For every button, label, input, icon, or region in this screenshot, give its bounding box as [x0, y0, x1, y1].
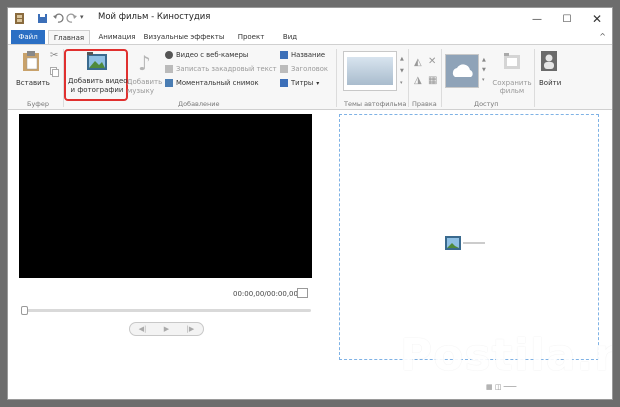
snapshot-button[interactable]: Моментальный снимок — [165, 79, 259, 87]
add-music-button-line1[interactable]: Добавить — [127, 78, 162, 87]
ribbon-separator — [336, 49, 337, 107]
group-label-edit: Правка — [412, 100, 437, 108]
webcam-icon — [165, 51, 173, 59]
snapshot-icon — [165, 79, 173, 87]
save-movie-icon[interactable] — [504, 53, 520, 71]
credits-button[interactable]: Титры ▾ — [280, 79, 319, 87]
signin-button[interactable]: Войти — [539, 79, 561, 88]
time-readout: 00:00,00/00:00,00 — [233, 290, 298, 298]
ribbon: Вставить ✂ Буфер Добавить видео и фотогр… — [8, 44, 612, 110]
seek-bar[interactable] — [21, 309, 311, 312]
undo-icon[interactable] — [53, 13, 64, 24]
tab-animation[interactable]: Анимация — [95, 30, 139, 44]
chevron-down-icon: ▾ — [316, 79, 320, 87]
maximize-button[interactable]: ☐ — [552, 8, 582, 30]
window-title: Мой фильм - Киностудия — [98, 12, 211, 22]
video-preview[interactable] — [19, 114, 312, 278]
previous-frame-icon[interactable]: ◀| — [139, 325, 147, 333]
rotate-right-icon[interactable]: ◮ — [414, 75, 422, 86]
paste-icon[interactable] — [22, 50, 40, 72]
paste-button[interactable]: Вставить — [16, 79, 50, 88]
minimize-button[interactable]: — — [522, 8, 552, 30]
app-icon[interactable] — [14, 13, 25, 24]
microphone-icon — [165, 65, 173, 73]
title-bar: ▾ Мой фильм - Киностудия — ☐ ✕ — [8, 8, 612, 30]
zoom-controls[interactable]: ▦ ◫ ─── — [486, 383, 516, 391]
caption-icon — [280, 65, 288, 73]
group-label-themes: Темы автофильма — [344, 100, 407, 108]
ribbon-tabs: Файл Главная Анимация Визуальные эффекты… — [8, 30, 612, 44]
gallery-scroll-icon[interactable]: ▲ ▼ ▾ — [400, 53, 406, 89]
rotate-left-icon[interactable]: ◭ — [414, 57, 422, 68]
add-video-button-line1[interactable]: Добавить видео — [68, 77, 128, 86]
group-label-clipboard: Буфер — [27, 100, 49, 108]
copy-icon[interactable] — [50, 67, 59, 77]
next-frame-icon[interactable]: |▶ — [187, 325, 195, 333]
cloud-icon — [452, 64, 473, 77]
ribbon-separator — [408, 49, 409, 107]
watermark: Postila.ru — [400, 330, 612, 381]
tab-view[interactable]: Вид — [278, 30, 302, 44]
autofilm-theme-gallery[interactable] — [343, 51, 397, 91]
help-icon[interactable]: ^ — [599, 32, 606, 41]
title-icon — [280, 51, 288, 59]
tab-file[interactable]: Файл — [11, 30, 45, 44]
remove-icon[interactable]: ✕ — [428, 56, 436, 67]
select-all-icon[interactable]: ▦ — [428, 75, 437, 86]
play-icon[interactable]: ▶ — [164, 325, 169, 333]
title-button[interactable]: Название — [280, 51, 325, 59]
close-button[interactable]: ✕ — [582, 8, 612, 30]
cut-icon[interactable]: ✂ — [50, 50, 58, 61]
credits-icon — [280, 79, 288, 87]
tab-home[interactable]: Главная — [48, 30, 90, 44]
onedrive-share-button[interactable] — [445, 54, 479, 88]
share-scroll-icon[interactable]: ▲ ▼ ▾ — [482, 55, 486, 85]
ribbon-separator — [441, 49, 442, 107]
caption-button[interactable]: Заголовок — [280, 65, 328, 73]
seek-thumb[interactable] — [21, 306, 28, 315]
redo-icon[interactable] — [66, 13, 77, 24]
app-window: ▾ Мой фильм - Киностудия — ☐ ✕ Файл Глав… — [7, 7, 613, 400]
add-video-button-line2[interactable]: и фотографии — [68, 86, 126, 95]
group-label-share: Доступ — [474, 100, 499, 108]
webcam-video-button[interactable]: Видео с веб-камеры — [165, 51, 248, 59]
tab-project[interactable]: Проект — [234, 30, 268, 44]
tab-visual-effects[interactable]: Визуальные эффекты — [144, 30, 225, 44]
main-area: 00:00,00/00:00,00 ◀| ▶ |▶ ▦ ◫ ─── Postil… — [8, 111, 612, 399]
add-music-button-line2[interactable]: музыку — [127, 87, 154, 96]
playback-controls: ◀| ▶ |▶ — [129, 322, 204, 336]
user-icon[interactable] — [541, 51, 557, 71]
record-narration-button[interactable]: Записать закадровый текст — [165, 65, 277, 73]
add-media-placeholder-icon[interactable] — [445, 235, 485, 251]
customize-dropdown-icon[interactable]: ▾ — [80, 13, 91, 24]
add-video-photo-icon[interactable] — [87, 52, 107, 70]
theme-thumbnail[interactable] — [347, 57, 393, 85]
group-label-add: Добавление — [178, 100, 220, 108]
fullscreen-icon[interactable] — [297, 288, 308, 298]
save-icon[interactable] — [37, 13, 48, 24]
ribbon-separator — [534, 49, 535, 107]
music-note-icon: ♪ — [138, 51, 151, 75]
save-movie-button-line2[interactable]: фильм — [491, 87, 533, 96]
